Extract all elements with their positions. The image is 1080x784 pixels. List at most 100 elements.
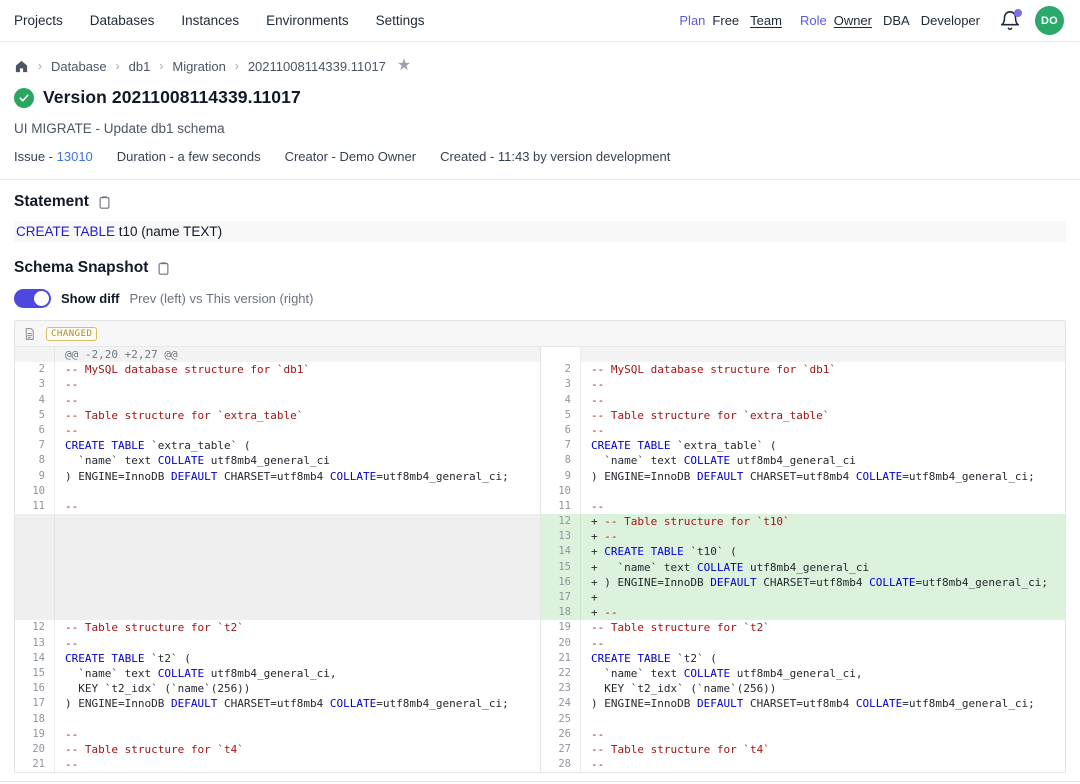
line-number: 18: [541, 605, 581, 620]
show-diff-toggle[interactable]: [14, 289, 51, 308]
duration-meta: Duration - a few seconds: [117, 149, 261, 164]
code-line: ) ENGINE=InnoDB DEFAULT CHARSET=utf8mb4 …: [55, 469, 540, 484]
star-icon[interactable]: ★: [397, 58, 411, 74]
line-number: 13: [15, 636, 55, 651]
code-line: --: [55, 393, 540, 408]
chevron-right-icon: ›: [116, 59, 120, 73]
code-line: + ) ENGINE=InnoDB DEFAULT CHARSET=utf8mb…: [581, 575, 1065, 590]
diff-row: 13--: [15, 636, 540, 651]
breadcrumb-item-migration[interactable]: Migration: [172, 59, 225, 74]
diff-right-pane[interactable]: 2-- MySQL database structure for `db1`3-…: [540, 347, 1065, 772]
diff-row: 12-- Table structure for `t2`: [15, 620, 540, 635]
diff-row: 4--: [541, 393, 1065, 408]
diff-row: 25: [541, 712, 1065, 727]
diff-row: 2-- MySQL database structure for `db1`: [15, 362, 540, 377]
code-line: CREATE TABLE `t2` (: [55, 651, 540, 666]
diff-row: 4--: [15, 393, 540, 408]
code-line: --: [55, 499, 540, 514]
line-number: 7: [15, 438, 55, 453]
code-line: ) ENGINE=InnoDB DEFAULT CHARSET=utf8mb4 …: [581, 696, 1065, 711]
line-number: 20: [541, 636, 581, 651]
line-number: [15, 529, 55, 544]
diff-row: 8 `name` text COLLATE utf8mb4_general_ci: [15, 453, 540, 468]
line-number: 8: [541, 453, 581, 468]
breadcrumb-item-database[interactable]: Database: [51, 59, 107, 74]
code-line: `name` text COLLATE utf8mb4_general_ci: [581, 453, 1065, 468]
diff-row: [541, 347, 1065, 362]
diff-left-pane[interactable]: @@ -2,20 +2,27 @@2-- MySQL database stru…: [15, 347, 540, 772]
nav-item-projects[interactable]: Projects: [14, 13, 63, 28]
diff-row: 15+ `name` text COLLATE utf8mb4_general_…: [541, 560, 1065, 575]
code-line: [55, 712, 540, 727]
diff-row: 28--: [541, 757, 1065, 772]
chevron-right-icon: ›: [38, 59, 42, 73]
code-line: [55, 484, 540, 499]
diff-row: 5-- Table structure for `extra_table`: [541, 408, 1065, 423]
nav-item-environments[interactable]: Environments: [266, 13, 349, 28]
notification-dot: [1014, 9, 1022, 17]
line-number: 3: [541, 377, 581, 392]
diff-row: 20-- Table structure for `t4`: [15, 742, 540, 757]
diff-row: 9) ENGINE=InnoDB DEFAULT CHARSET=utf8mb4…: [15, 469, 540, 484]
issue-link[interactable]: 13010: [57, 149, 93, 164]
role-option-dba[interactable]: DBA: [883, 13, 910, 28]
code-line: [55, 605, 540, 620]
line-number: 19: [15, 727, 55, 742]
role-option-developer[interactable]: Developer: [921, 13, 980, 28]
nav-item-databases[interactable]: Databases: [90, 13, 155, 28]
statement-sql[interactable]: CREATE TABLE t10 (name TEXT): [14, 221, 1066, 242]
notification-bell-icon[interactable]: [999, 10, 1021, 32]
line-number: 14: [541, 544, 581, 559]
code-line: --: [581, 636, 1065, 651]
code-line: [55, 590, 540, 605]
diff-row: 16 KEY `t2_idx` (`name`(256)): [15, 681, 540, 696]
copy-statement-icon[interactable]: [97, 195, 112, 210]
line-number: 17: [15, 696, 55, 711]
show-diff-label: Show diff: [61, 291, 120, 306]
line-number: 5: [541, 408, 581, 423]
line-number: 11: [15, 499, 55, 514]
plan-option-free[interactable]: Free: [712, 13, 739, 28]
code-line: --: [581, 499, 1065, 514]
plan-option-team[interactable]: Team: [750, 13, 782, 28]
changed-status-badge: CHANGED: [46, 327, 97, 341]
diff-row: 21--: [15, 757, 540, 772]
breadcrumb-item-version[interactable]: 20211008114339.11017: [248, 59, 386, 74]
line-number: 16: [541, 575, 581, 590]
line-number: [15, 560, 55, 575]
diff-row: 12+ -- Table structure for `t10`: [541, 514, 1065, 529]
code-line: --: [55, 757, 540, 772]
nav-item-instances[interactable]: Instances: [181, 13, 239, 28]
nav-item-settings[interactable]: Settings: [376, 13, 425, 28]
line-number: 17: [541, 590, 581, 605]
line-number: [15, 590, 55, 605]
breadcrumb: › Database › db1 › Migration › 202110081…: [14, 58, 1066, 74]
home-icon[interactable]: [14, 59, 29, 74]
line-number: 22: [541, 666, 581, 681]
diff-row: 17+: [541, 590, 1065, 605]
line-number: 23: [541, 681, 581, 696]
copy-schema-icon[interactable]: [156, 261, 171, 276]
line-number: 21: [15, 757, 55, 772]
code-line: +: [581, 590, 1065, 605]
diff-row: [15, 514, 540, 529]
diff-row: 14CREATE TABLE `t2` (: [15, 651, 540, 666]
code-line: + --: [581, 605, 1065, 620]
breadcrumb-item-db1[interactable]: db1: [129, 59, 151, 74]
line-number: [15, 514, 55, 529]
diff-row: 10: [15, 484, 540, 499]
meta-row: Issue - 13010 Duration - a few seconds C…: [14, 149, 1066, 164]
diff-row: 7CREATE TABLE `extra_table` (: [541, 438, 1065, 453]
line-number: 2: [15, 362, 55, 377]
line-number: 9: [541, 469, 581, 484]
avatar[interactable]: DO: [1035, 6, 1064, 35]
line-number: 11: [541, 499, 581, 514]
line-number: [15, 575, 55, 590]
toggle-knob: [34, 291, 49, 306]
migration-subtitle: UI MIGRATE - Update db1 schema: [14, 121, 1066, 136]
diff-row: [15, 560, 540, 575]
line-number: [541, 347, 581, 362]
role-option-owner[interactable]: Owner: [834, 13, 872, 28]
code-line: [581, 484, 1065, 499]
line-number: 3: [15, 377, 55, 392]
